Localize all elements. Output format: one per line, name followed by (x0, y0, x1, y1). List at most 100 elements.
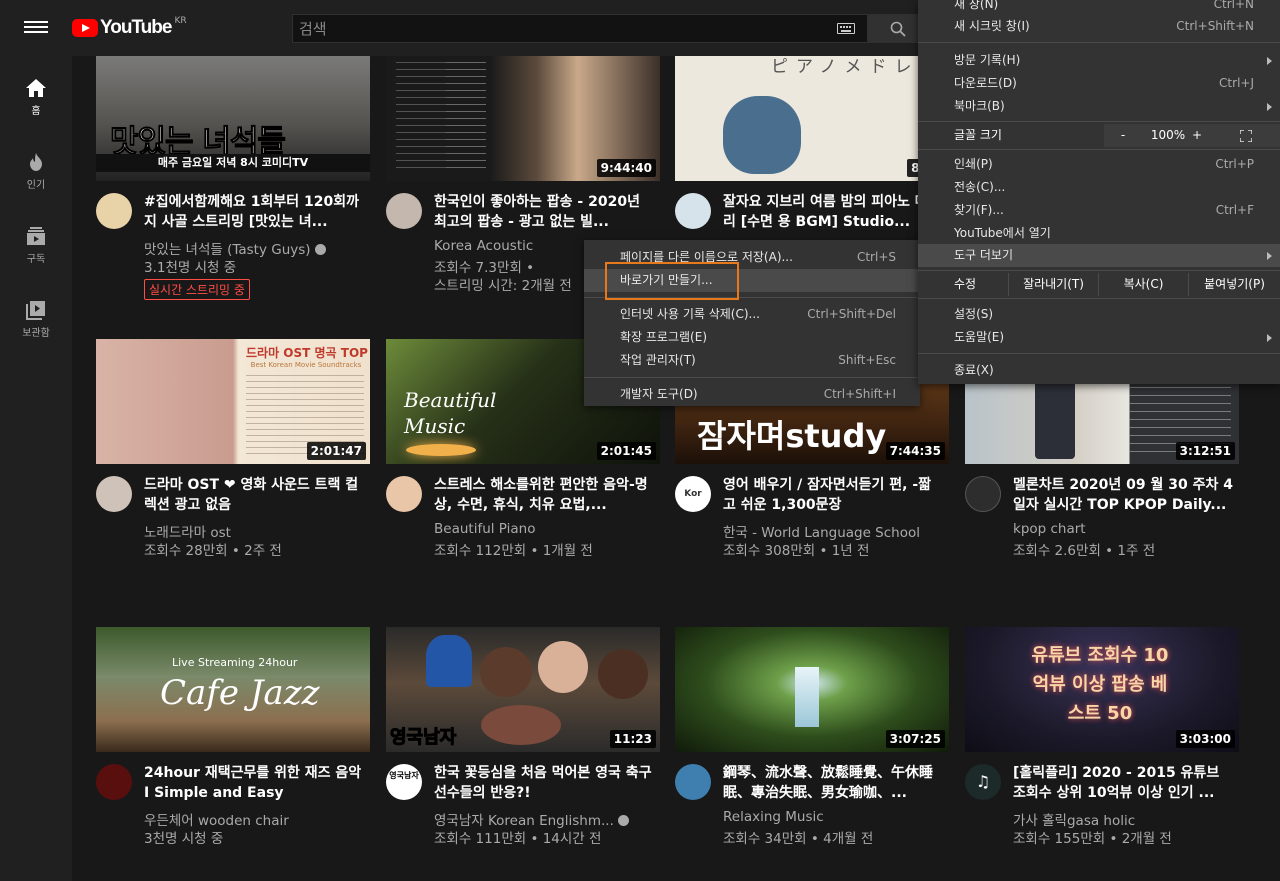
channel-avatar[interactable]: Kor (675, 476, 711, 512)
video-thumbnail[interactable]: 드라마 OST 명곡 TOP 20 Best Korean Movie Soun… (96, 339, 370, 464)
video-meta: 3천명 시청 중 (144, 831, 224, 847)
video-thumbnail[interactable]: Live Streaming 24hour Cafe Jazz (96, 627, 370, 752)
avatar-text: Kor (684, 489, 702, 499)
video-duration: 2:01:45 (596, 442, 656, 460)
submenu-arrow-icon (1267, 57, 1272, 65)
video-thumbnail[interactable]: ピアノメドレ 8:20 (675, 56, 949, 181)
menu-item-exit[interactable]: 종료(X) (918, 359, 1280, 382)
video-title[interactable]: 영어 배우기 / 잠자면서듣기 편, -짧고 쉬운 1,300문장 (723, 475, 943, 515)
menu-item-shortcut: Ctrl+F (1215, 203, 1254, 217)
menu-item-more-tools[interactable]: 도구 더보기 (918, 244, 1280, 267)
menu-item-shortcut: Ctrl+N (1213, 0, 1254, 11)
menu-item-developer-tools[interactable]: 개발자 도구(D) Ctrl+Shift+I (584, 383, 920, 406)
channel-name[interactable]: 한국 - World Language School (723, 521, 920, 541)
channel-name[interactable]: kpop chart (1013, 521, 1086, 537)
menu-item-open-in-app[interactable]: YouTube에서 열기 (918, 222, 1280, 245)
video-title[interactable]: 잘자요 지브리 여름 밤의 피아노 메들리 [수면 용 BGM] Studio.… (723, 192, 943, 232)
menu-item-extensions[interactable]: 확장 프로그램(E) (584, 326, 920, 349)
menu-item-cast[interactable]: 전송(C)... (918, 176, 1280, 199)
channel-name[interactable]: 가사 홀릭gasa holic (1013, 809, 1135, 829)
search-input[interactable]: 검색 (292, 14, 868, 43)
sidebar-item-trending[interactable]: 인기 (0, 130, 72, 204)
copy-button[interactable]: 복사(C) (1098, 273, 1188, 296)
menu-item-label: 찾기(F)... (954, 203, 1004, 217)
menu-item-bookmarks[interactable]: 북마크(B) (918, 95, 1280, 118)
menu-icon[interactable] (24, 18, 48, 38)
video-title[interactable]: 한국인이 좋아하는 팝송 - 2020년 최고의 팝송 - 광고 없는 빌... (434, 192, 654, 232)
menu-item-task-manager[interactable]: 작업 관리자(T) Shift+Esc (584, 349, 920, 372)
logo-text: YouTube (100, 17, 172, 38)
video-meta: 조회수 7.3만회 • (434, 260, 535, 276)
video-title[interactable]: 鋼琴、流水聲、放鬆睡覺、午休睡眠、專治失眠、男女瑜咖、... (723, 763, 943, 803)
channel-name[interactable]: 우든체어 wooden chair (144, 809, 289, 829)
channel-name[interactable]: Korea Acoustic (434, 238, 533, 254)
channel-name[interactable]: 영국남자 Korean Englishm... (434, 809, 629, 829)
scrollbar[interactable] (1264, 384, 1280, 881)
menu-item-settings[interactable]: 설정(S) (918, 303, 1280, 326)
channel-avatar[interactable] (386, 476, 422, 512)
channel-avatar[interactable] (675, 764, 711, 800)
totoro-illustration (723, 96, 801, 174)
video-thumbnail[interactable]: 맛있는 녀석들 매주 금요일 저녁 8시 코미디TV (96, 56, 370, 181)
sidebar-item-home[interactable]: 홈 (0, 56, 72, 130)
channel-name[interactable]: Beautiful Piano (434, 521, 535, 537)
menu-separator (918, 270, 1280, 271)
fullscreen-icon[interactable] (1240, 130, 1252, 142)
channel-avatar[interactable] (96, 476, 132, 512)
video-meta: 조회수 155만회 • 2개월 전 (1013, 831, 1172, 847)
video-thumbnail[interactable]: 유튜브 조회수 10억뷰 이상 팝송 베스트 50 3:03:00 (965, 627, 1239, 752)
thumbnail-text: 드라마 OST 명곡 TOP 20 (246, 346, 370, 360)
menu-item-history[interactable]: 방문 기록(H) (918, 49, 1280, 72)
video-duration: 2:01:47 (306, 442, 366, 460)
cut-button[interactable]: 잘라내기(T) (1008, 273, 1098, 296)
menu-item-find[interactable]: 찾기(F)... Ctrl+F (918, 199, 1280, 222)
channel-name[interactable]: Relaxing Music (723, 809, 824, 825)
channel-avatar[interactable] (96, 193, 132, 229)
menu-item-help[interactable]: 도움말(E) (918, 326, 1280, 349)
video-title[interactable]: [홀릭플리] 2020 - 2015 유튜브 조회수 상위 10억뷰 이상 인기… (1013, 763, 1233, 803)
menu-item-shortcut: Shift+Esc (838, 353, 896, 367)
menu-item-clear-browsing-data[interactable]: 인터넷 사용 기록 삭제(C)... Ctrl+Shift+Del (584, 303, 920, 326)
video-thumbnail[interactable]: 영국남자 11:23 (386, 627, 660, 752)
video-thumbnail[interactable]: 9:44:40 (386, 56, 660, 181)
submenu-arrow-icon (1267, 252, 1272, 260)
video-thumbnail[interactable]: 3:07:25 (675, 627, 949, 752)
channel-name[interactable]: 노래드라마 ost (144, 521, 231, 541)
channel-avatar[interactable] (386, 193, 422, 229)
browser-main-menu: 새 창(N) Ctrl+N 새 시크릿 창(I) Ctrl+Shift+N 방문 기… (918, 0, 1280, 384)
video-title[interactable]: 스트레스 해소를위한 편안한 음악-명상, 수면, 휴식, 치유 요법,... (434, 475, 654, 515)
sidebar-item-library[interactable]: 보관함 (0, 278, 72, 352)
channel-avatar[interactable]: ♫ (965, 764, 1001, 800)
channel-avatar[interactable] (965, 476, 1001, 512)
video-title[interactable]: 멜론차트 2020년 09 월 30 주차 4 일자 실시간 TOP KPOP … (1013, 475, 1233, 515)
submenu-arrow-icon (1267, 334, 1272, 342)
channel-name[interactable]: 맛있는 녀석들 (Tasty Guys) (144, 238, 326, 258)
zoom-out-button[interactable]: - (1112, 124, 1134, 147)
menu-item-new-incognito[interactable]: 새 시크릿 창(I) Ctrl+Shift+N (918, 15, 1280, 38)
video-title[interactable]: 24hour 재택근무를 위한 재즈 음악 I Simple and Easy … (144, 763, 364, 803)
video-title[interactable]: #집에서함께해요 1회부터 120회까지 사골 스트리밍 [맛있는 녀... (144, 192, 364, 232)
zoom-in-button[interactable]: + (1186, 124, 1208, 147)
menu-item-print[interactable]: 인쇄(P) Ctrl+P (918, 153, 1280, 176)
channel-avatar[interactable] (675, 193, 711, 229)
library-icon (26, 301, 45, 320)
video-duration: 11:23 (609, 730, 656, 748)
sidebar-item-subscriptions[interactable]: 구독 (0, 204, 72, 278)
menu-item-new-window[interactable]: 새 창(N) Ctrl+N (918, 0, 1280, 16)
video-title[interactable]: 한국 꽃등심을 처음 먹어본 영국 축구선수들의 반응?! (434, 763, 654, 803)
video-title[interactable]: 드라마 OST ❤ 영화 사운드 트랙 컬렉션 광고 없음 (144, 475, 364, 515)
video-duration: 3:07:25 (885, 730, 945, 748)
verified-icon (314, 244, 326, 255)
channel-avatar[interactable] (96, 764, 132, 800)
keyboard-icon[interactable] (837, 23, 855, 34)
search-button[interactable] (868, 14, 918, 43)
video-meta: 조회수 28만회 • 2주 전 (144, 543, 282, 559)
thumbnail-text: Cafe Jazz (160, 673, 320, 713)
video-meta: 조회수 308만회 • 1년 전 (723, 543, 870, 559)
channel-avatar[interactable]: 영국남자 (386, 764, 422, 800)
paste-button[interactable]: 붙여넣기(P) (1188, 273, 1280, 296)
menu-item-shortcut: Ctrl+J (1219, 76, 1254, 90)
menu-item-downloads[interactable]: 다운로드(D) Ctrl+J (918, 72, 1280, 95)
youtube-logo[interactable]: YouTube KR (72, 15, 187, 41)
video-duration: 3:03:00 (1175, 730, 1235, 748)
